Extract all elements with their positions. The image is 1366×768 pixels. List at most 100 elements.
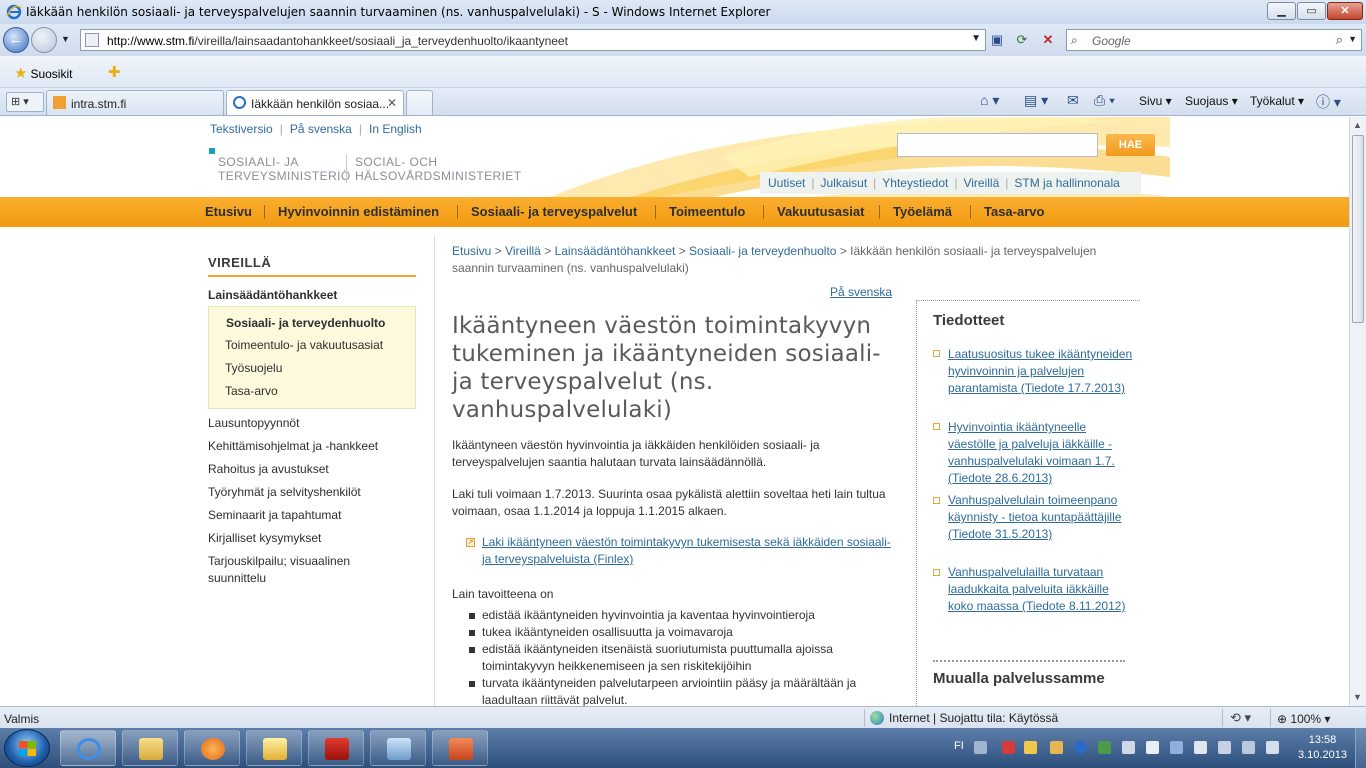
safety-menu[interactable]: Suojaus ▾	[1185, 94, 1238, 108]
sidebar-item-lainsaadantohankkeet[interactable]: Lainsäädäntöhankkeet	[208, 288, 337, 302]
publications-link[interactable]: Julkaisut	[820, 176, 867, 190]
tools-menu[interactable]: Työkalut ▾	[1250, 94, 1304, 108]
breadcrumb-link-etusivu[interactable]: Etusivu	[452, 244, 491, 258]
press-release-link[interactable]: Vanhuspalvelulailla turvataan laadukkait…	[948, 564, 1133, 615]
stm-admin-link[interactable]: STM ja hallinnonala	[1014, 176, 1119, 190]
sidebar-item-kehittamisohjelmat[interactable]: Kehittämisohjelmat ja -hankkeet	[208, 438, 408, 455]
print-icon[interactable]: ⎙ ▾	[1094, 92, 1115, 109]
ongoing-link[interactable]: Vireillä	[963, 176, 999, 190]
taskbar-media-player[interactable]	[184, 730, 240, 766]
quick-tabs-button[interactable]: ⊞ ▾	[6, 92, 44, 112]
back-button[interactable]: ←	[3, 27, 29, 53]
logo-swedish[interactable]: SOCIAL- OCH HÄLSOVÅRDSMINISTERIET	[355, 155, 521, 183]
input-language[interactable]: FI	[954, 740, 964, 752]
nav-etusivu[interactable]: Etusivu	[205, 204, 252, 219]
search-box[interactable]: ⌕ Google ⌕ ▼	[1066, 29, 1362, 51]
address-bar[interactable]: http://www.stm.fi/vireilla/lainsaadantoh…	[80, 29, 986, 51]
add-to-favorites-bar-icon[interactable]: ✚	[108, 63, 121, 81]
taskbar-remote-desktop[interactable]	[370, 730, 426, 766]
feeds-icon[interactable]: ▤ ▾	[1024, 92, 1048, 109]
tab-intra[interactable]: intra.stm.fi	[46, 90, 224, 115]
scroll-down-icon[interactable]: ▼	[1353, 692, 1362, 702]
recent-pages-dropdown-icon[interactable]: ▼	[61, 34, 70, 44]
compatibility-view-icon[interactable]: ▣	[986, 30, 1008, 50]
search-provider-icon[interactable]: ⌕	[1071, 33, 1078, 48]
address-url[interactable]: http://www.stm.fi/vireilla/lainsaadantoh…	[107, 34, 568, 48]
security-shield-icon[interactable]	[1098, 741, 1111, 754]
network-icon[interactable]	[1170, 741, 1183, 754]
bluetooth-icon[interactable]	[1074, 741, 1087, 754]
sidebar-subitem-toimeentulo[interactable]: Toimeentulo- ja vakuutusasiat	[225, 338, 383, 352]
taskbar-internet-explorer[interactable]	[60, 730, 116, 766]
signal-icon[interactable]	[1242, 741, 1255, 754]
tab-current-page[interactable]: Iäkkään henkilön sosiaa... ✕	[226, 90, 404, 115]
sidebar-item-seminaarit[interactable]: Seminaarit ja tapahtumat	[208, 507, 408, 524]
zoom-level[interactable]: ⊕ 100% ▾	[1277, 712, 1330, 726]
refresh-icon[interactable]: ⟳	[1011, 30, 1033, 50]
scrollbar-thumb[interactable]	[1352, 135, 1364, 323]
sidebar-item-tarjouskilpailu[interactable]: Tarjouskilpailu; visuaalinen suunnittelu	[208, 553, 378, 587]
address-dropdown-icon[interactable]: ▼	[971, 33, 981, 44]
minimize-button[interactable]: ▁	[1267, 2, 1296, 20]
show-desktop-button[interactable]	[1355, 728, 1366, 768]
breadcrumb-link-lainsaadantohankkeet[interactable]: Lainsäädäntöhankkeet	[555, 244, 676, 258]
breadcrumb-link-vireilla[interactable]: Vireillä	[505, 244, 541, 258]
taskbar-powerpoint[interactable]	[432, 730, 488, 766]
sidebar-item-kirjalliset-kysymykset[interactable]: Kirjalliset kysymykset	[208, 530, 408, 547]
press-release-link[interactable]: Hyvinvointia ikääntyneelle väestölle ja …	[948, 419, 1133, 487]
site-search-input[interactable]	[897, 133, 1098, 157]
text-version-link[interactable]: Tekstiversio	[210, 122, 273, 136]
start-button[interactable]	[4, 729, 50, 767]
nav-hyvinvoinnin-edistaminen[interactable]: Hyvinvoinnin edistäminen	[278, 204, 439, 219]
clipboard-icon[interactable]	[1194, 741, 1207, 754]
home-icon[interactable]: ⌂ ▾	[980, 92, 999, 109]
mail-icon[interactable]: ✉	[1067, 92, 1079, 109]
maximize-button[interactable]: ▭	[1297, 2, 1326, 20]
protected-mode-icon[interactable]: ⟲ ▾	[1230, 710, 1251, 726]
security-zone[interactable]: Internet | Suojattu tila: Käytössä	[870, 711, 1058, 725]
sidebar-item-tyoryhmat[interactable]: Työryhmät ja selvityshenkilöt	[208, 484, 408, 501]
search-input[interactable]: Google	[1092, 34, 1131, 48]
close-window-button[interactable]: ✕	[1327, 2, 1363, 20]
sidebar-subitem-tasa-arvo[interactable]: Tasa-arvo	[225, 384, 278, 398]
sidebar-item-rahoitus[interactable]: Rahoitus ja avustukset	[208, 461, 408, 478]
news-link[interactable]: Uutiset	[768, 176, 805, 190]
stop-icon[interactable]: ✕	[1037, 30, 1059, 50]
help-icon[interactable]: ⓘ ▾	[1316, 92, 1341, 112]
close-tab-icon[interactable]: ✕	[387, 96, 397, 110]
nav-tyoelama[interactable]: Työelämä	[893, 204, 952, 219]
new-tab-button[interactable]	[406, 90, 433, 115]
sidebar-subitem-sosiaali-ja-terveydenhuolto[interactable]: Sosiaali- ja terveydenhuolto	[226, 316, 385, 330]
nav-tasa-arvo[interactable]: Tasa-arvo	[984, 204, 1044, 219]
taskbar-outlook[interactable]	[246, 730, 302, 766]
keyboard-icon[interactable]	[974, 741, 987, 754]
vertical-scrollbar[interactable]: ▲ ▼	[1349, 117, 1366, 706]
taskbar-adobe-reader[interactable]	[308, 730, 364, 766]
taskbar-explorer[interactable]	[122, 730, 178, 766]
hand-icon[interactable]	[1146, 741, 1159, 754]
volume-icon[interactable]	[1266, 741, 1279, 754]
nav-toimeentulo[interactable]: Toimeentulo	[669, 204, 745, 219]
outlook-tray-icon[interactable]	[1050, 741, 1063, 754]
contacts-link[interactable]: Yhteystiedot	[882, 176, 948, 190]
press-release-link[interactable]: Vanhuspalvelulain toimeenpano käynnisty …	[948, 492, 1133, 543]
english-link[interactable]: In English	[369, 122, 422, 136]
press-release-link[interactable]: Laatusuositus tukee ikääntyneiden hyvinv…	[948, 346, 1133, 397]
page-menu[interactable]: Sivu ▾	[1139, 94, 1172, 108]
sidebar-subitem-tyosuojelu[interactable]: Työsuojelu	[225, 361, 282, 375]
mail-icon[interactable]	[1024, 741, 1037, 754]
breadcrumb-link-sosiaali-ja-terveydenhuolto[interactable]: Sosiaali- ja terveydenhuolto	[689, 244, 836, 258]
notification-icon[interactable]	[1218, 741, 1231, 754]
nav-sosiaali-ja-terveyspalvelut[interactable]: Sosiaali- ja terveyspalvelut	[471, 204, 637, 219]
finlex-law-link[interactable]: Laki ikääntyneen väestön toimintakyvyn t…	[482, 534, 902, 568]
favorites-button[interactable]: ★ Suosikit	[14, 64, 72, 82]
nav-vakuutusasiat[interactable]: Vakuutusasiat	[777, 204, 864, 219]
device-icon[interactable]	[1122, 741, 1135, 754]
forward-button[interactable]: →	[31, 27, 57, 53]
sidebar-item-lausuntopyynnot[interactable]: Lausuntopyynnöt	[208, 415, 408, 432]
search-options-dropdown-icon[interactable]: ▼	[1348, 34, 1357, 44]
article-swedish-link[interactable]: På svenska	[830, 285, 892, 299]
clock[interactable]: 13:58 3.10.2013	[1298, 733, 1347, 763]
logo-finnish[interactable]: SOSIAALI- JA TERVEYSMINISTERIÖ	[218, 155, 351, 183]
pin-icon[interactable]	[1002, 741, 1015, 754]
